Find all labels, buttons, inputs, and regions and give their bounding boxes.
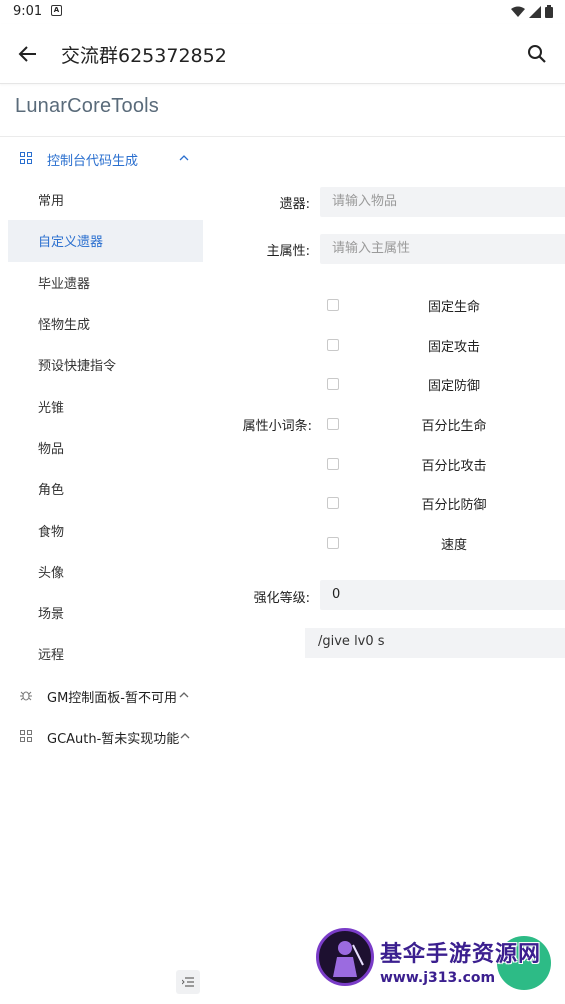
main-stat-label: 主属性: <box>266 244 310 259</box>
check-label: 百分比生命 <box>421 419 487 434</box>
relic-input[interactable]: 请输入物品 <box>320 187 565 217</box>
checkbox[interactable] <box>327 299 339 311</box>
checkbox[interactable] <box>327 418 339 430</box>
checkbox[interactable] <box>327 378 339 390</box>
checkbox[interactable] <box>327 339 339 351</box>
sidebar-item-remote[interactable]: 远程 <box>8 633 203 674</box>
app-bar: 交流群625372852 <box>0 24 565 84</box>
search-button[interactable] <box>523 40 551 68</box>
battery-icon <box>545 5 553 18</box>
sidebar-item-monster-spawn[interactable]: 怪物生成 <box>8 303 203 344</box>
check-label: 固定防御 <box>427 379 480 394</box>
status-icons <box>511 5 553 18</box>
command-output[interactable]: /give lv0 s <box>305 628 565 658</box>
checkbox[interactable] <box>327 458 339 470</box>
collapse-sidebar-button[interactable] <box>176 970 200 994</box>
menu-group-label: GM控制面板-暂不可用 <box>47 690 177 706</box>
divider <box>0 136 565 137</box>
menu-group-console-code[interactable]: 控制台代码生成 <box>8 138 203 179</box>
sidebar-item-light-cone[interactable]: 光锥 <box>8 385 203 426</box>
sidebar-item-common[interactable]: 常用 <box>8 179 203 220</box>
relic-label: 遗器: <box>279 197 310 212</box>
check-option-pct-atk[interactable]: 百分比攻击 <box>320 454 565 474</box>
check-option-pct-hp[interactable]: 百分比生命 <box>320 414 565 434</box>
check-label: 百分比攻击 <box>421 459 487 474</box>
page-title: 交流群625372852 <box>61 45 227 67</box>
ninja-icon <box>333 941 364 977</box>
chevron-up-icon <box>179 155 189 161</box>
checkbox[interactable] <box>327 537 339 549</box>
signal-icon <box>529 5 541 18</box>
check-label: 固定生命 <box>427 300 480 315</box>
grid-icon <box>20 729 32 742</box>
sidebar-item-characters[interactable]: 角色 <box>8 468 203 509</box>
check-option-flat-hp[interactable]: 固定生命 <box>320 295 565 315</box>
watermark-logo-icon <box>316 928 374 986</box>
check-option-pct-def[interactable]: 百分比防御 <box>320 493 565 513</box>
sidebar-item-avatar[interactable]: 头像 <box>8 551 203 592</box>
check-option-flat-atk[interactable]: 固定攻击 <box>320 335 565 355</box>
search-icon <box>528 45 546 63</box>
watermark: 基伞手游资源网 www.j313.com <box>316 928 565 994</box>
sidebar-item-items[interactable]: 物品 <box>8 427 203 468</box>
watermark-url: www.j313.com <box>380 970 496 986</box>
brand-name: LunarCoreTools <box>15 95 159 117</box>
watermark-title: 基伞手游资源网 <box>380 942 542 967</box>
sidebar-item-best-relic[interactable]: 毕业遗器 <box>8 262 203 303</box>
sidebar-item-scene[interactable]: 场景 <box>8 592 203 633</box>
level-input[interactable]: 0 <box>320 580 565 610</box>
menu-group-gcauth[interactable]: GCAuth-暂未实现功能 <box>8 716 203 757</box>
sidebar-menu: 控制台代码生成 常用 自定义遗器 毕业遗器 怪物生成 预设快捷指令 光锥 物品 … <box>8 138 203 757</box>
sub-stats-label: 属性小词条: <box>242 419 312 434</box>
menu-group-gm-panel[interactable]: GM控制面板-暂不可用 <box>8 675 203 716</box>
check-label: 固定攻击 <box>427 340 480 355</box>
menu-group-label: GCAuth-暂未实现功能 <box>47 731 180 747</box>
menu-fold-icon <box>182 977 194 987</box>
notification-icon: A <box>51 5 62 16</box>
check-label: 速度 <box>440 538 467 553</box>
level-label: 强化等级: <box>253 591 310 606</box>
chevron-up-icon <box>180 732 190 739</box>
checkbox[interactable] <box>327 497 339 509</box>
chevron-up-icon <box>179 691 189 698</box>
grid-icon <box>20 152 32 164</box>
status-bar: 9:01 A <box>0 0 565 24</box>
bug-icon <box>20 691 32 701</box>
sidebar-item-preset-commands[interactable]: 预设快捷指令 <box>8 344 203 385</box>
menu-group-label: 控制台代码生成 <box>47 154 139 169</box>
check-option-flat-def[interactable]: 固定防御 <box>320 374 565 394</box>
main-stat-input[interactable]: 请输入主属性 <box>320 234 565 264</box>
wifi-icon <box>511 6 525 17</box>
status-time: 9:01 <box>13 4 43 19</box>
check-label: 百分比防御 <box>421 498 487 513</box>
check-option-speed[interactable]: 速度 <box>320 533 565 553</box>
sidebar-item-custom-relic[interactable]: 自定义遗器 <box>8 220 203 262</box>
sidebar-item-food[interactable]: 食物 <box>8 509 203 550</box>
arrow-back-icon <box>18 46 36 62</box>
back-button[interactable] <box>14 40 42 68</box>
